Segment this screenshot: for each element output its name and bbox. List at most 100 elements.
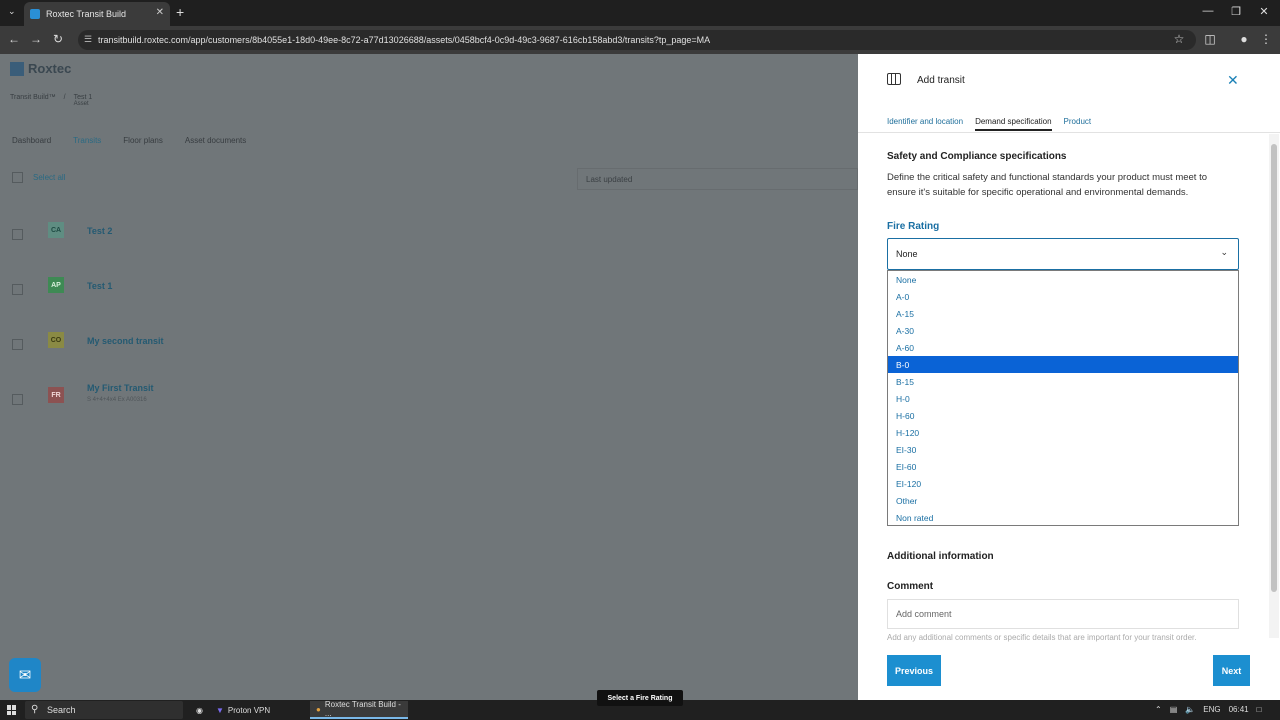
reload-icon[interactable]: ↻ (51, 32, 65, 46)
list-item[interactable]: CO My second transit (12, 326, 858, 376)
row-checkbox[interactable] (12, 394, 23, 405)
list-item[interactable]: FR My First Transit S 4+4+4x4 Ex A00316 (12, 381, 858, 431)
list-item[interactable]: CA Test 2 (12, 216, 858, 266)
tab-floor-plans[interactable]: Floor plans (123, 136, 163, 145)
tab-transits[interactable]: Transits (73, 136, 101, 145)
row-checkbox[interactable] (12, 284, 23, 295)
breadcrumb-separator: / (63, 94, 66, 101)
fire-rating-option[interactable]: EI-120 (888, 475, 1238, 492)
chevron-up-icon[interactable]: ⌃ (1155, 705, 1162, 714)
extensions-icon[interactable]: ◫ (1203, 32, 1217, 46)
tab-asset-documents[interactable]: Asset documents (185, 136, 246, 145)
previous-button[interactable]: Previous (887, 655, 941, 686)
fire-rating-option[interactable]: A-30 (888, 322, 1238, 339)
step-demand-specification[interactable]: Demand specification (975, 117, 1052, 131)
restore-icon[interactable]: ❐ (1229, 5, 1243, 18)
close-drawer-icon[interactable]: ✕ (1227, 72, 1239, 89)
transit-name[interactable]: My First Transit (87, 383, 154, 393)
panel-scrollbar[interactable] (1269, 134, 1279, 638)
fire-rating-option[interactable]: A-0 (888, 288, 1238, 305)
chrome-taskbar-icon[interactable]: ◉ (190, 701, 208, 719)
network-icon[interactable]: ▤ (1170, 705, 1178, 714)
sound-icon[interactable]: 🔈 (1185, 705, 1195, 714)
profile-icon[interactable]: ● (1237, 32, 1251, 46)
scrollbar-thumb[interactable] (1271, 144, 1277, 592)
fire-rating-option[interactable]: H-120 (888, 424, 1238, 441)
breadcrumb-root[interactable]: Transit Build™ (10, 94, 56, 107)
fire-rating-option[interactable]: A-60 (888, 339, 1238, 356)
fire-rating-option[interactable]: Non rated (888, 509, 1238, 526)
bookmark-star-icon[interactable]: ☆ (1172, 32, 1186, 46)
additional-info-heading: Additional information (887, 551, 994, 562)
transit-name[interactable]: Test 1 (87, 281, 112, 291)
list-item[interactable]: AP Test 1 (12, 271, 858, 321)
notifications-icon[interactable]: □ (1257, 705, 1262, 714)
next-button[interactable]: Next (1213, 655, 1250, 686)
transit-name[interactable]: My second transit (87, 336, 164, 346)
select-all[interactable]: Select all (12, 172, 65, 183)
taskbar-search[interactable]: ⚲ Search (25, 701, 183, 719)
avatar: CO (48, 332, 64, 348)
chrome-icon: ● (316, 704, 321, 714)
close-window-icon[interactable]: ✕ (1257, 5, 1271, 18)
language-indicator[interactable]: ENG (1203, 705, 1220, 714)
taskbar-app-roxtec[interactable]: ● Roxtec Transit Build - ... (310, 700, 408, 719)
system-tray: ⌃ ▤ 🔈 ENG 06:41 □ (1155, 705, 1261, 714)
transit-name[interactable]: Test 2 (87, 226, 112, 236)
tab-dashboard[interactable]: Dashboard (12, 136, 51, 145)
fire-rating-option[interactable]: H-60 (888, 407, 1238, 424)
divider (858, 132, 1280, 133)
breadcrumb-current-sub: Asset (73, 101, 89, 107)
forward-icon[interactable]: → (29, 32, 43, 46)
fire-rating-selected-value: None (896, 249, 918, 259)
select-all-label: Select all (33, 173, 66, 182)
fire-rating-select[interactable]: None ⌄ (887, 238, 1239, 270)
breadcrumb-current[interactable]: Test 1 Asset (74, 94, 93, 107)
fire-rating-label: Fire Rating (887, 221, 940, 232)
logo-text: Roxtec (28, 61, 72, 76)
fire-rating-option[interactable]: EI-30 (888, 441, 1238, 458)
comment-input[interactable]: Add comment (887, 599, 1239, 629)
taskbar-app-label: Proton VPN (227, 705, 271, 715)
roxtec-favicon-icon (30, 9, 40, 19)
tab-list-icon[interactable]: ⌄ (8, 6, 16, 17)
section-description: Define the critical safety and functiona… (887, 172, 1207, 198)
chat-icon: ✉ (18, 667, 32, 684)
avatar: FR (48, 387, 64, 403)
fire-rating-option[interactable]: A-15 (888, 305, 1238, 322)
app-background-overlay[interactable] (0, 54, 858, 700)
address-bar[interactable]: ☰ transitbuild.roxtec.com/app/customers/… (78, 30, 1196, 50)
row-checkbox[interactable] (12, 339, 23, 350)
protonvpn-icon: ▼ (216, 705, 224, 715)
avatar: AP (48, 277, 64, 293)
windows-start-icon[interactable] (7, 705, 17, 715)
step-product[interactable]: Product (1064, 117, 1092, 131)
fire-rating-option[interactable]: H-0 (888, 390, 1238, 407)
back-icon[interactable]: ← (7, 32, 21, 46)
step-identifier-location[interactable]: Identifier and location (887, 117, 963, 131)
fire-rating-option[interactable]: None (888, 271, 1238, 288)
chat-support-button[interactable]: ✉ (9, 658, 41, 692)
fire-rating-option[interactable]: EI-60 (888, 458, 1238, 475)
last-updated-column-header[interactable]: Last updated (577, 168, 858, 190)
roxtec-logo: Roxtec (10, 61, 71, 76)
url-text: transitbuild.roxtec.com/app/customers/8b… (98, 35, 711, 45)
close-tab-icon[interactable]: ✕ (156, 7, 164, 18)
browser-tab[interactable]: Roxtec Transit Build ✕ (24, 2, 170, 26)
fire-rating-option[interactable]: B-15 (888, 373, 1238, 390)
main-tabs: Dashboard Transits Floor plans Asset doc… (12, 136, 246, 145)
select-all-checkbox[interactable] (12, 172, 23, 183)
taskbar-app-protonvpn[interactable]: ▼ Proton VPN (210, 701, 306, 719)
new-tab-icon[interactable]: + (176, 4, 184, 20)
comment-label: Comment (887, 581, 934, 592)
fire-rating-option[interactable]: B-0 (888, 356, 1238, 373)
taskbar-app-label: Roxtec Transit Build - ... (324, 700, 401, 718)
fire-rating-option[interactable]: Other (888, 492, 1238, 509)
row-checkbox[interactable] (12, 229, 23, 240)
site-info-icon[interactable]: ☰ (84, 34, 92, 45)
browser-menu-icon[interactable]: ⋮ (1259, 32, 1273, 46)
minimize-icon[interactable]: — (1201, 5, 1215, 17)
browser-tab-bar (0, 0, 1280, 26)
fire-rating-options-list[interactable]: None A-0 A-15 A-30 A-60 B-0 B-15 H-0 H-60 H-120 EI… (887, 270, 1239, 526)
clock[interactable]: 06:41 (1229, 705, 1249, 714)
